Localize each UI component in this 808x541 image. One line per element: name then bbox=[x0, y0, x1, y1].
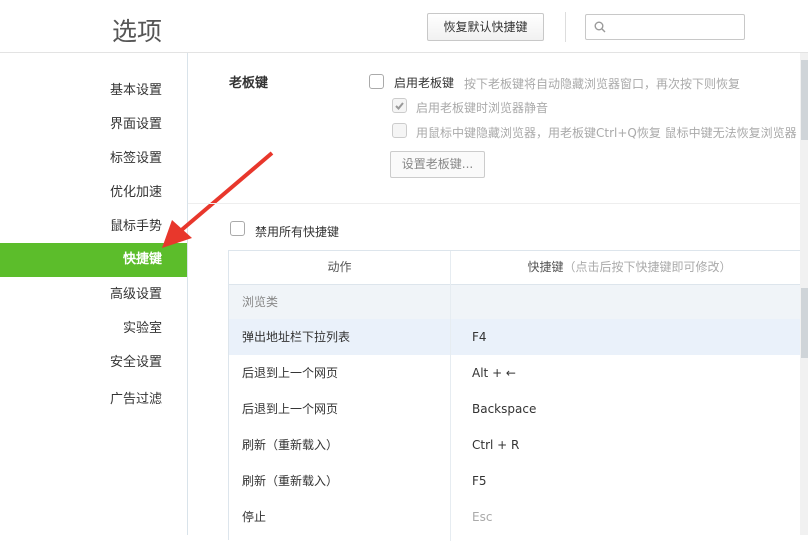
action-cell: 刷新（重新载入） bbox=[242, 438, 339, 452]
shortcut-cell[interactable]: Backspace bbox=[472, 391, 536, 427]
table-header: 动作 快捷键（点击后按下快捷键即可修改） bbox=[229, 251, 808, 285]
action-cell: 停止 bbox=[242, 510, 267, 524]
group-row: 浏览类 bbox=[229, 285, 808, 319]
column-divider bbox=[450, 251, 451, 541]
group-label: 浏览类 bbox=[242, 295, 279, 309]
middle-click-label: 用鼠标中键隐藏浏览器，用老板键Ctrl+Q恢复 鼠标中键无法恢复浏览器 bbox=[416, 126, 797, 140]
disable-all-shortcuts-checkbox[interactable] bbox=[230, 221, 245, 236]
table-row[interactable]: 后退到上一个网页 Backspace bbox=[229, 391, 808, 427]
sidebar-item[interactable]: 基本设置 bbox=[0, 74, 187, 108]
table-row[interactable]: 后退到上一个网页 Alt + ← bbox=[229, 355, 808, 391]
set-boss-key-button[interactable]: 设置老板键... bbox=[390, 151, 485, 178]
mute-checkbox[interactable] bbox=[392, 98, 407, 113]
divider bbox=[565, 12, 566, 42]
sidebar-item[interactable]: 优化加速 bbox=[0, 176, 187, 210]
search-icon bbox=[594, 21, 606, 33]
sidebar-item[interactable]: 鼠标手势 bbox=[0, 210, 187, 244]
check-icon bbox=[395, 102, 404, 110]
sidebar-item[interactable]: 高级设置 bbox=[0, 278, 187, 312]
sidebar-item[interactable]: 快捷键 bbox=[0, 243, 187, 277]
sidebar: 基本设置 界面设置 标签设置 优化加速 鼠标手势 快捷键 高级设置 实验室 安全设置 广告过滤 bbox=[0, 53, 188, 535]
disable-all-shortcuts-label: 禁用所有快捷键 bbox=[255, 225, 340, 239]
shortcut-cell[interactable]: Alt + ← bbox=[472, 355, 516, 391]
shortcut-cell[interactable]: F5 bbox=[472, 463, 487, 499]
key-header-label: 快捷键 bbox=[527, 260, 564, 274]
table-scrollbar-thumb[interactable] bbox=[801, 288, 808, 358]
key-header-hint: （点击后按下快捷键即可修改） bbox=[563, 260, 732, 274]
reset-default-shortcuts-button[interactable]: 恢复默认快捷键 bbox=[427, 13, 544, 41]
table-row[interactable]: 刷新（重新载入） Ctrl + R bbox=[229, 427, 808, 463]
sidebar-item[interactable]: 实验室 bbox=[0, 312, 187, 346]
table-row[interactable]: 弹出地址栏下拉列表 F4 bbox=[229, 319, 808, 355]
table-row[interactable]: 停止 Esc bbox=[229, 499, 808, 535]
action-cell: 刷新（重新载入） bbox=[242, 474, 339, 488]
middle-click-checkbox[interactable] bbox=[392, 123, 407, 138]
shortcut-cell[interactable]: F4 bbox=[472, 319, 487, 355]
boss-key-title: 老板键 bbox=[229, 76, 269, 91]
table-row[interactable]: 刷新（重新载入） F5 bbox=[229, 463, 808, 499]
header: 选项 恢复默认快捷键 bbox=[0, 0, 808, 53]
enable-boss-key-checkbox[interactable] bbox=[369, 74, 384, 89]
sidebar-item[interactable]: 安全设置 bbox=[0, 346, 187, 380]
column-header-action: 动作 bbox=[327, 260, 352, 274]
shortcut-table: 动作 快捷键（点击后按下快捷键即可修改） 浏览类 弹出地址栏下拉列表 F4 后退到上… bbox=[228, 250, 808, 541]
sidebar-item[interactable]: 标签设置 bbox=[0, 142, 187, 176]
scrollbar-thumb[interactable] bbox=[801, 60, 808, 140]
sidebar-item[interactable]: 广告过滤 bbox=[0, 383, 187, 417]
sidebar-item[interactable]: 界面设置 bbox=[0, 108, 187, 142]
enable-boss-key-label: 启用老板键 bbox=[394, 76, 455, 90]
divider bbox=[188, 203, 800, 204]
action-cell: 弹出地址栏下拉列表 bbox=[242, 330, 351, 344]
action-cell: 后退到上一个网页 bbox=[242, 366, 339, 380]
enable-boss-key-desc: 按下老板键将自动隐藏浏览器窗口，再次按下则恢复 bbox=[464, 77, 741, 91]
column-header-key: 快捷键（点击后按下快捷键即可修改） bbox=[450, 251, 808, 284]
page-title: 选项 bbox=[112, 17, 163, 46]
shortcut-cell[interactable]: Esc bbox=[472, 499, 492, 535]
search-input[interactable] bbox=[585, 14, 745, 40]
shortcut-cell[interactable]: Ctrl + R bbox=[472, 427, 519, 463]
action-cell: 后退到上一个网页 bbox=[242, 402, 339, 416]
mute-label: 启用老板键时浏览器静音 bbox=[416, 101, 549, 115]
